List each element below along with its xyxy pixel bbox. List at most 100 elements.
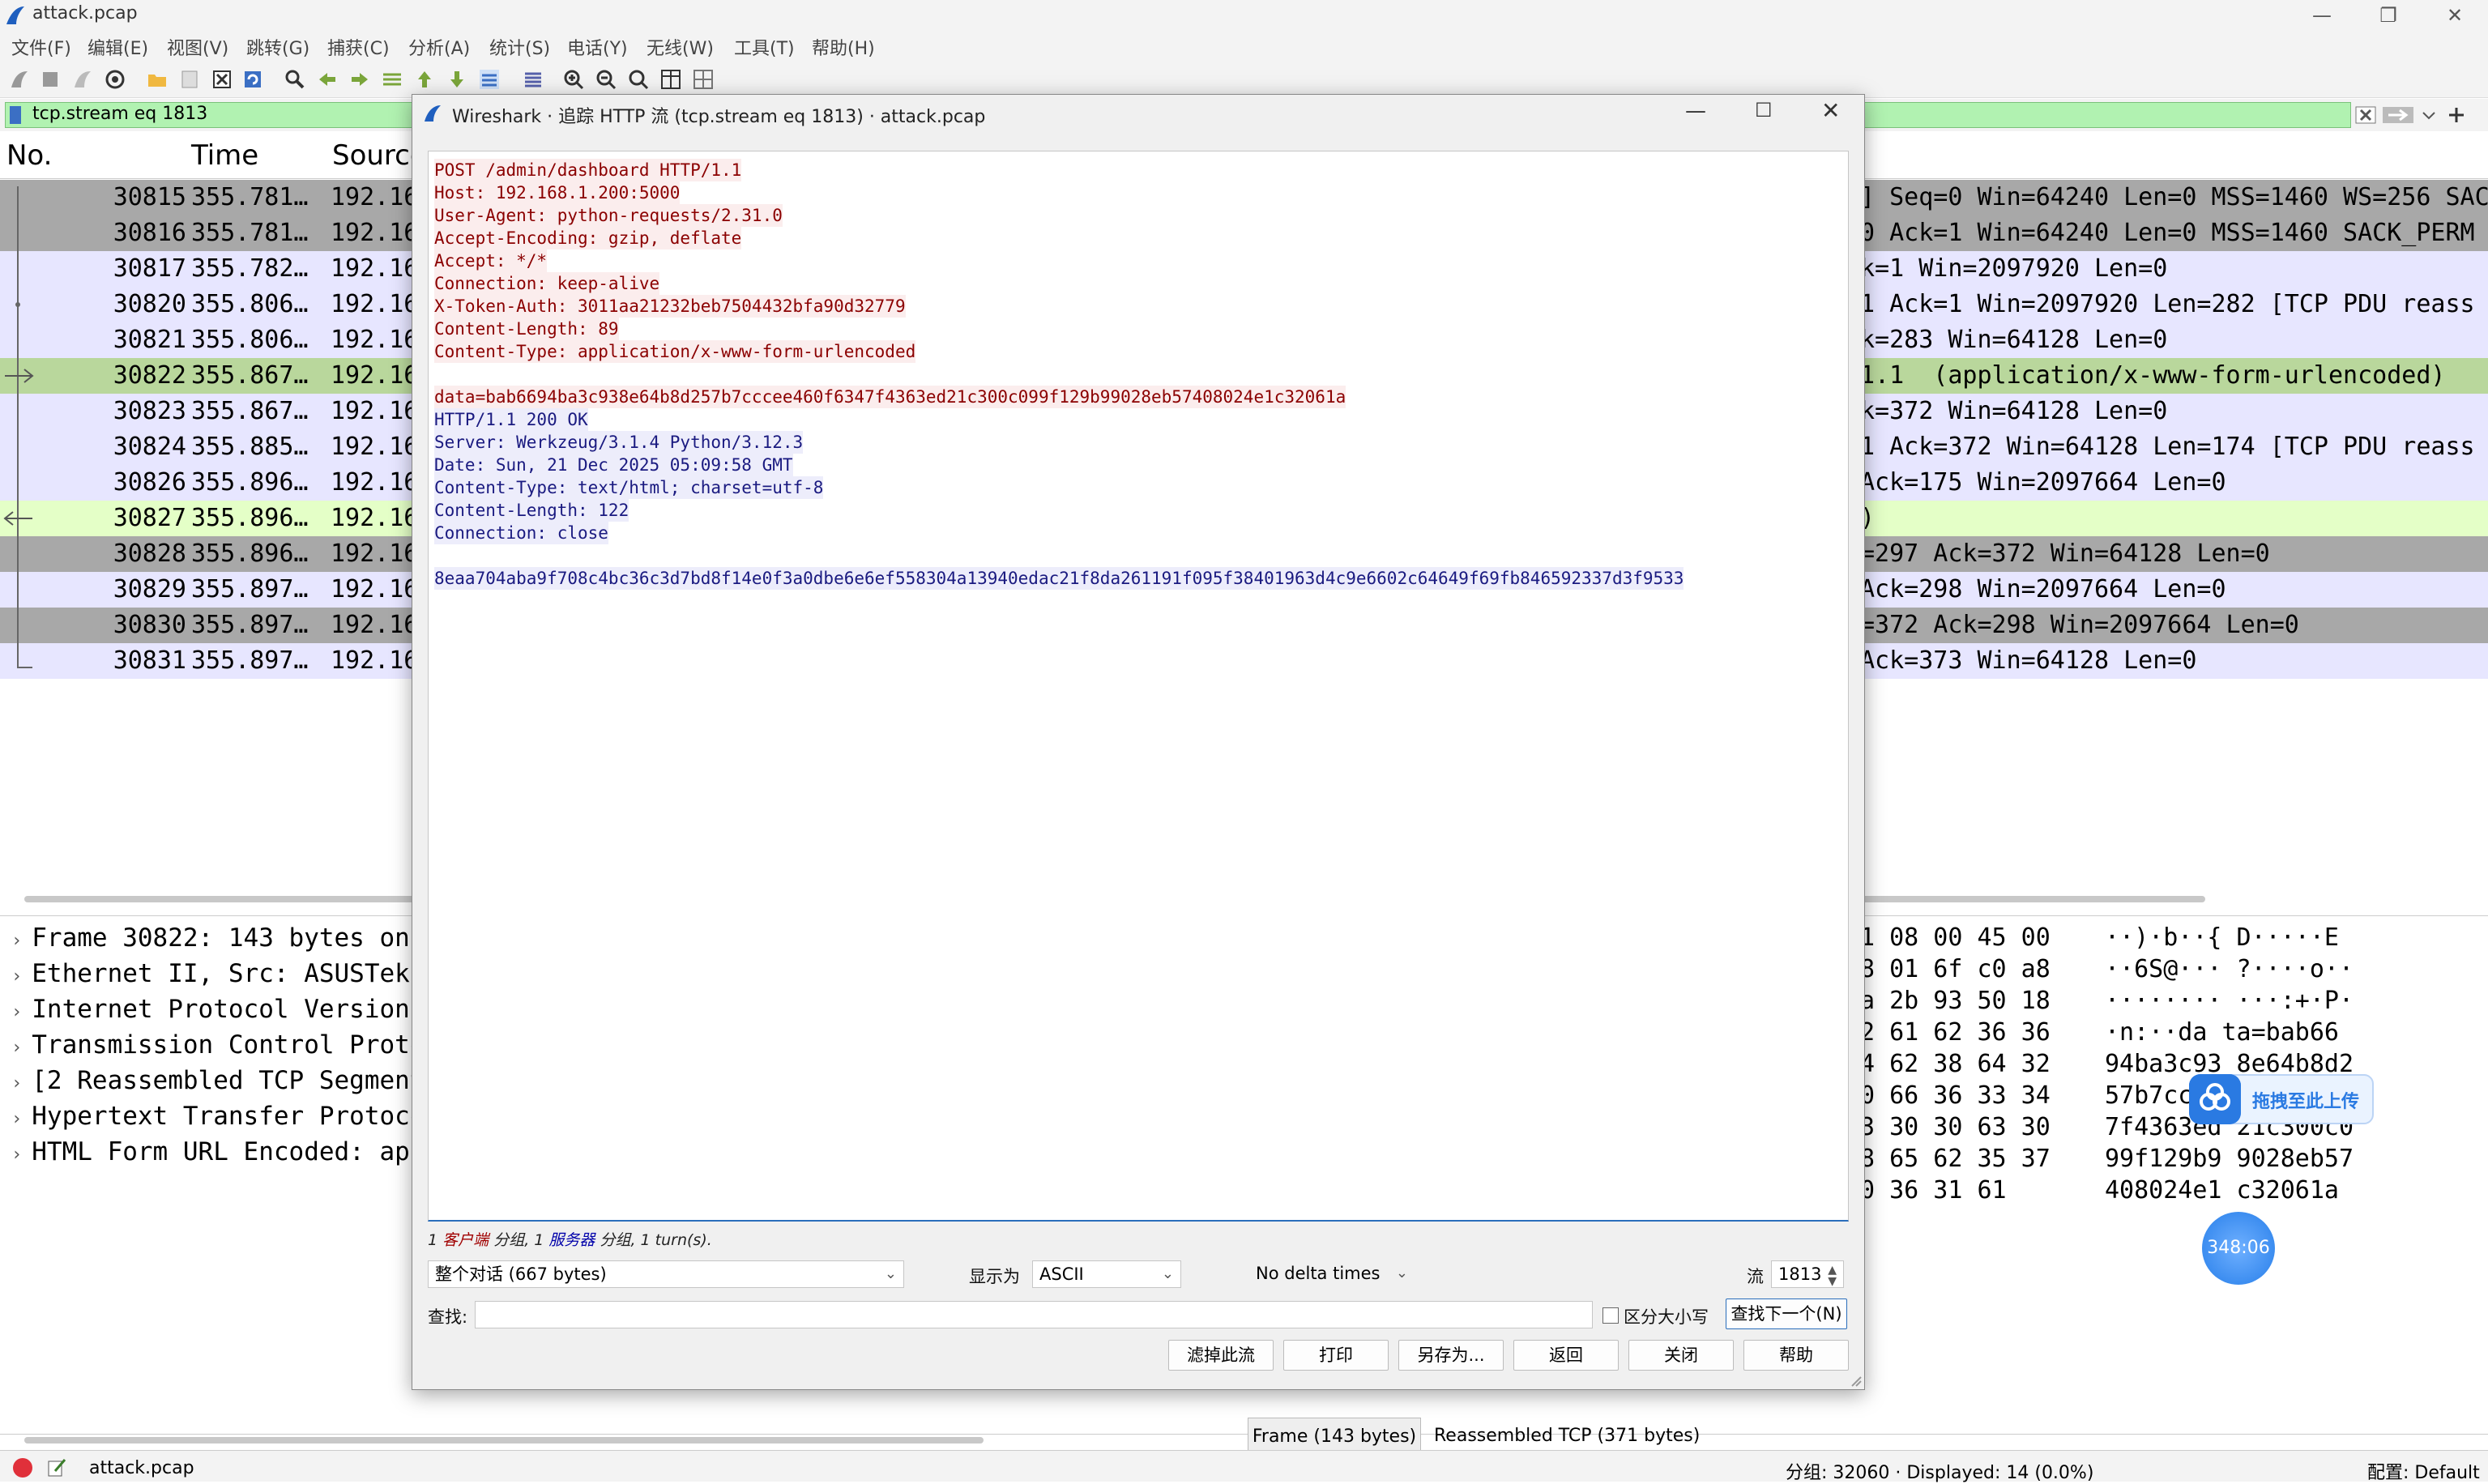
cloud-upload-icon[interactable]: [2189, 1074, 2241, 1124]
start-capture-icon[interactable]: [8, 68, 31, 91]
menu-telephony[interactable]: 电话(Y): [567, 34, 628, 60]
restore-button[interactable]: ❐: [2356, 0, 2421, 31]
close-window-button[interactable]: ✕: [2422, 0, 2487, 31]
go-forward-icon[interactable]: [348, 68, 371, 91]
stop-capture-icon[interactable]: [39, 68, 62, 91]
floating-timer-badge[interactable]: 348:06: [2202, 1212, 2275, 1285]
print-button[interactable]: 打印: [1283, 1340, 1389, 1371]
hex-ascii[interactable]: ········ ···:+·P·: [2105, 987, 2354, 1015]
menu-wireless[interactable]: 无线(W): [647, 34, 714, 60]
menu-help[interactable]: 帮助(H): [812, 34, 875, 60]
wireshark-fin-icon: [6, 6, 24, 24]
find-packet-icon[interactable]: [284, 68, 306, 91]
go-to-packet-icon[interactable]: [381, 68, 403, 91]
go-back-icon[interactable]: [316, 68, 339, 91]
autoscroll-icon[interactable]: [478, 68, 501, 91]
hex-ascii[interactable]: 57b7cc: [2105, 1081, 2192, 1110]
tree-item-http[interactable]: › Hypertext Transfer Protoco: [11, 1102, 425, 1131]
menu-view[interactable]: 视图(V): [167, 34, 228, 60]
capture-status-icon[interactable]: [13, 1458, 32, 1478]
help-button[interactable]: 帮助: [1743, 1340, 1849, 1371]
apply-filter-icon[interactable]: [2382, 104, 2414, 126]
spinner-arrows-icon[interactable]: ▲ ▼: [1828, 1264, 1837, 1287]
case-sensitive-label: 区分大小写: [1624, 1307, 1709, 1327]
zoom-out-icon[interactable]: [595, 68, 617, 91]
hex-bytes[interactable]: 3 30 30 63 30: [1860, 1113, 2051, 1141]
minimize-button[interactable]: —: [2290, 0, 2354, 31]
last-packet-icon[interactable]: [446, 68, 468, 91]
back-button[interactable]: 返回: [1513, 1340, 1619, 1371]
menu-capture[interactable]: 捕获(C): [327, 34, 390, 60]
first-packet-icon[interactable]: [413, 68, 436, 91]
dialog-maximize-button[interactable]: ☐: [1755, 99, 1773, 122]
pane-divider: [0, 1434, 2488, 1435]
hex-ascii[interactable]: 408024e1 c32061a: [2105, 1176, 2339, 1205]
restart-capture-icon[interactable]: [71, 68, 94, 91]
normal-size-icon[interactable]: [627, 68, 650, 91]
hex-bytes[interactable]: 8 01 6f c0 a8: [1860, 955, 2051, 983]
tree-item-ip[interactable]: › Internet Protocol Version: [11, 995, 410, 1024]
capture-options-icon[interactable]: [104, 68, 126, 91]
colorize-icon[interactable]: [522, 68, 544, 91]
hex-bytes[interactable]: 1 08 00 45 00: [1860, 923, 2051, 952]
menu-edit[interactable]: 编辑(E): [87, 34, 148, 60]
conversation-select[interactable]: 整个对话 (667 bytes) ⌄: [428, 1260, 904, 1288]
filter-history-dropdown-icon[interactable]: [2419, 104, 2439, 126]
filter-out-stream-button[interactable]: 滤掉此流: [1168, 1340, 1274, 1371]
hex-bytes[interactable]: 0 66 36 33 34: [1860, 1081, 2051, 1110]
add-filter-button-icon[interactable]: [2445, 104, 2468, 126]
find-input[interactable]: [475, 1301, 1593, 1328]
edit-comment-icon[interactable]: [45, 1456, 68, 1479]
details-hscrollbar[interactable]: [24, 1437, 984, 1443]
client-request-line: Host: 192.168.1.200:5000: [434, 181, 681, 204]
clear-filter-icon[interactable]: [2354, 104, 2377, 126]
close-button[interactable]: 关闭: [1628, 1340, 1734, 1371]
hex-ascii[interactable]: ··)·b··{ D·····E: [2105, 923, 2339, 952]
hex-bytes[interactable]: 2 61 62 36 36: [1860, 1018, 2051, 1047]
hex-bytes[interactable]: 8 65 62 35 37: [1860, 1145, 2051, 1173]
tree-item-ethernet[interactable]: › Ethernet II, Src: ASUSTekC: [11, 959, 425, 988]
hex-ascii[interactable]: 99f129b9 9028eb57: [2105, 1145, 2354, 1173]
menu-statistics[interactable]: 统计(S): [489, 34, 550, 60]
find-next-button[interactable]: 查找下一个(N): [1726, 1298, 1847, 1329]
tree-item-frame[interactable]: › Frame 30822: 143 bytes on: [11, 923, 410, 953]
menu-tools[interactable]: 工具(T): [734, 34, 795, 60]
dialog-title: Wireshark · 追踪 HTTP 流 (tcp.stream eq 181…: [452, 107, 986, 127]
packet-time: 355.867…: [191, 361, 309, 390]
reload-icon[interactable]: [241, 68, 264, 91]
status-profile[interactable]: 配置: Default: [2367, 1458, 2480, 1484]
save-file-icon[interactable]: [178, 68, 201, 91]
hex-ascii[interactable]: ·n:··da ta=bab66: [2105, 1018, 2339, 1047]
tree-item-tcp[interactable]: › Transmission Control Proto: [11, 1030, 425, 1060]
delta-times-select[interactable]: No delta times ⌄: [1249, 1260, 1415, 1288]
zoom-in-icon[interactable]: [562, 68, 585, 91]
case-sensitive-checkbox[interactable]: [1602, 1307, 1619, 1324]
menu-file[interactable]: 文件(F): [11, 34, 71, 60]
show-as-select[interactable]: ASCII ⌄: [1032, 1260, 1181, 1288]
hex-ascii[interactable]: ··6S@··· ?····o··: [2105, 955, 2354, 983]
packet-source: 192.16: [331, 539, 419, 568]
client-request-line: Content-Type: application/x-www-form-url…: [434, 340, 916, 363]
tree-item-form-urlencoded[interactable]: › HTML Form URL Encoded: app: [11, 1137, 425, 1166]
dialog-minimize-button[interactable]: —: [1685, 99, 1706, 123]
dialog-close-button[interactable]: ✕: [1821, 97, 1840, 124]
resize-columns-icon[interactable]: [659, 68, 682, 91]
menu-go[interactable]: 跳转(G): [246, 34, 309, 60]
packet-time: 355.782…: [191, 254, 309, 283]
column-no[interactable]: No.: [6, 139, 52, 172]
bookmark-icon[interactable]: [10, 106, 21, 124]
hex-bytes[interactable]: 4 62 38 64 32: [1860, 1050, 2051, 1078]
tree-item-reassembled[interactable]: › [2 Reassembled TCP Segment: [11, 1066, 425, 1095]
close-file-icon[interactable]: [211, 68, 233, 91]
hex-bytes[interactable]: 0 36 31 61: [1860, 1176, 2007, 1205]
find-label: 查找:: [428, 1307, 468, 1327]
layout-icon[interactable]: [692, 68, 715, 91]
save-as-button[interactable]: 另存为...: [1398, 1340, 1504, 1371]
packet-info: 1 Ack=1 Win=2097920 Len=282 [TCP PDU rea…: [1860, 290, 2475, 318]
hex-bytes[interactable]: a 2b 93 50 18: [1860, 987, 2051, 1015]
stream-number-spinner[interactable]: 1813 ▲ ▼: [1771, 1260, 1844, 1288]
open-file-icon[interactable]: [146, 68, 169, 91]
column-time[interactable]: Time: [191, 139, 258, 172]
menu-analyze[interactable]: 分析(A): [408, 34, 470, 60]
resize-grip-icon[interactable]: [1849, 1374, 1862, 1387]
